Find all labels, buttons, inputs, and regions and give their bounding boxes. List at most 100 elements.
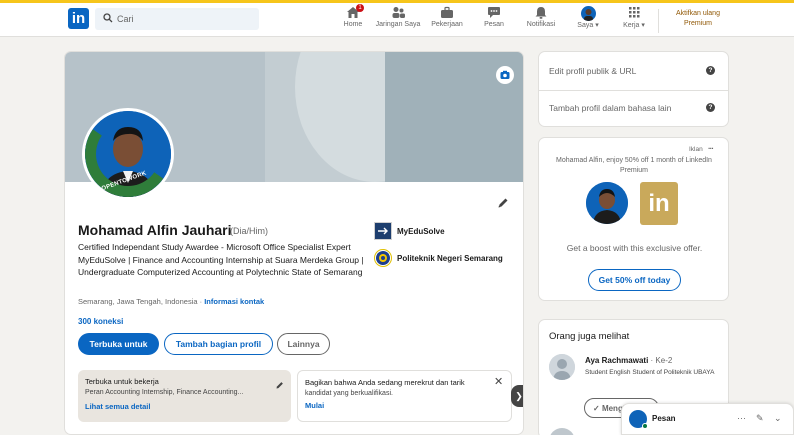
org-name: MyEduSolve	[397, 227, 445, 236]
edit-cover-button[interactable]	[496, 66, 514, 84]
help-icon[interactable]: ?	[706, 103, 715, 112]
location-text: Semarang, Jawa Tengah, Indonesia	[78, 297, 198, 306]
more-button[interactable]: Lainnya	[277, 333, 330, 355]
pencil-icon	[276, 382, 283, 389]
people-also-viewed-title: Orang juga melihat	[549, 331, 630, 342]
premium-line-2: Premium	[683, 20, 712, 27]
premium-link[interactable]: Aktifkan ulang Premium	[668, 9, 728, 29]
nav-notifications[interactable]: Notifikasi	[524, 6, 558, 36]
global-nav: in 1 Home Jaringan Saya Pekerjaan Pesan	[0, 3, 794, 37]
briefcase-icon	[440, 6, 454, 19]
check-icon: ✓	[593, 403, 600, 413]
chevron-right-icon: ❯	[515, 391, 523, 401]
nav-network-label: Jaringan Saya	[375, 21, 421, 28]
linkedin-logo[interactable]: in	[68, 8, 89, 29]
hiring-card[interactable]: Bagikan bahwa Anda sedang merekrut dan t…	[297, 370, 512, 422]
online-status-dot	[642, 423, 648, 429]
profile-location: Semarang, Jawa Tengah, Indonesia · Infor…	[78, 297, 265, 306]
ad-avatar	[586, 182, 628, 224]
nav-work-label: Kerja ▾	[622, 21, 646, 29]
nav-work-text: Kerja	[623, 22, 640, 29]
nav-jobs[interactable]: Pekerjaan	[428, 6, 466, 36]
search-bar[interactable]	[95, 8, 259, 30]
connection-degree: · Ke-2	[650, 356, 673, 365]
profile-card: #OPENTOWORK Mohamad Alfin Jauhari (Dia/H…	[64, 51, 524, 435]
nav-home[interactable]: 1 Home	[341, 4, 365, 36]
chevron-down-icon: ▾	[595, 22, 599, 29]
contact-info-link[interactable]: Informasi kontak	[204, 297, 264, 306]
chevron-down-icon: ▾	[641, 22, 645, 29]
hiring-text: kandidat yang berkualifikasi.	[305, 390, 393, 397]
linkedin-premium-logo: in	[640, 182, 678, 225]
ad-offer-text: Get a boost with this exclusive offer.	[566, 243, 703, 253]
see-all-details-link[interactable]: Lihat semua detail	[85, 402, 150, 411]
person-headline: Student English Student of Politeknik UB…	[585, 369, 715, 376]
more-options-icon[interactable]: ···	[737, 413, 746, 423]
carousel-next-button[interactable]: ❯	[511, 385, 523, 407]
nav-me-text: Saya	[577, 22, 594, 29]
more-options-icon[interactable]: ···	[708, 144, 714, 153]
open-to-work-roles: Peran Accounting Internship, Finance Acc…	[85, 389, 244, 396]
profile-settings-card: Edit profil publik & URL ? Tambah profil…	[538, 51, 729, 127]
messaging-bar[interactable]: Pesan ··· ✎ ⌄	[621, 403, 794, 435]
avatar-icon	[580, 6, 596, 21]
add-language-profile-link[interactable]: Tambah profil dalam bahasa lain	[549, 103, 671, 113]
nav-messaging[interactable]: Pesan	[481, 6, 507, 36]
open-to-button[interactable]: Terbuka untuk	[78, 333, 159, 355]
person-avatar-image	[549, 354, 575, 380]
profile-name: Mohamad Alfin Jauhari	[78, 222, 232, 238]
connections-link[interactable]: 300 koneksi	[78, 317, 123, 326]
org-name: Politeknik Negeri Semarang	[397, 254, 503, 263]
ad-label: Iklan	[689, 146, 703, 153]
compose-icon[interactable]: ✎	[756, 413, 764, 424]
myedusolve-logo	[374, 222, 392, 240]
open-to-work-card[interactable]: Terbuka untuk bekerja Peran Accounting I…	[78, 370, 291, 422]
profile-photo[interactable]: #OPENTOWORK	[82, 108, 174, 200]
notification-badge: 1	[356, 4, 364, 12]
nav-me[interactable]: Saya ▾	[574, 6, 602, 36]
edit-open-to-work-button[interactable]	[275, 377, 284, 395]
help-icon[interactable]: ?	[706, 66, 715, 75]
search-input[interactable]	[117, 8, 253, 30]
org-polines[interactable]: Politeknik Negeri Semarang	[374, 249, 523, 269]
grid-icon	[627, 6, 641, 19]
message-icon	[487, 6, 501, 19]
person-name[interactable]: Aya Rachmawati · Ke-2	[585, 356, 672, 365]
person-avatar[interactable]	[549, 354, 575, 380]
arrow-logo-icon	[375, 223, 391, 239]
messaging-label: Pesan	[652, 414, 676, 423]
start-link[interactable]: Mulai	[305, 401, 324, 410]
network-icon	[391, 6, 405, 19]
nav-jobs-label: Pekerjaan	[431, 21, 463, 28]
person-name-text: Aya Rachmawati	[585, 356, 649, 365]
nav-divider	[658, 9, 659, 33]
open-to-work-title: Terbuka untuk bekerja	[85, 377, 159, 386]
profile-pronoun: (Dia/Him)	[230, 226, 268, 236]
nav-work[interactable]: Kerja ▾	[622, 6, 646, 36]
close-icon[interactable]: ✕	[494, 375, 503, 388]
seal-logo-icon	[376, 251, 390, 265]
premium-ad-card: Iklan ··· Mohamad Alfin, enjoy 50% off 1…	[538, 137, 729, 301]
nav-network[interactable]: Jaringan Saya	[375, 6, 421, 36]
profile-headline: Certified Independant Study Awardee - Mi…	[78, 242, 364, 278]
polines-logo	[374, 249, 392, 267]
ad-avatar-image	[586, 182, 628, 224]
edit-public-profile-link[interactable]: Edit profil publik & URL	[549, 66, 636, 76]
divider	[539, 90, 728, 91]
chevron-down-icon[interactable]: ⌄	[774, 413, 782, 424]
open-to-work-frame	[85, 111, 171, 197]
hiring-title: Bagikan bahwa Anda sedang merekrut dan t…	[305, 378, 465, 387]
edit-intro-button[interactable]	[497, 196, 509, 214]
nav-notifications-label: Notifikasi	[526, 21, 556, 28]
camera-icon	[500, 70, 510, 79]
bell-icon	[534, 6, 548, 19]
pencil-icon	[498, 198, 508, 208]
premium-offer-button[interactable]: Get 50% off today	[588, 269, 681, 291]
nav-home-label: Home	[343, 21, 363, 28]
home-icon: 1	[346, 4, 364, 19]
person-avatar[interactable]	[549, 428, 575, 435]
nav-me-label: Saya ▾	[574, 21, 602, 29]
nav-messaging-label: Pesan	[484, 21, 504, 28]
add-profile-section-button[interactable]: Tambah bagian profil	[164, 333, 273, 355]
org-myedusolve[interactable]: MyEduSolve	[374, 222, 523, 242]
